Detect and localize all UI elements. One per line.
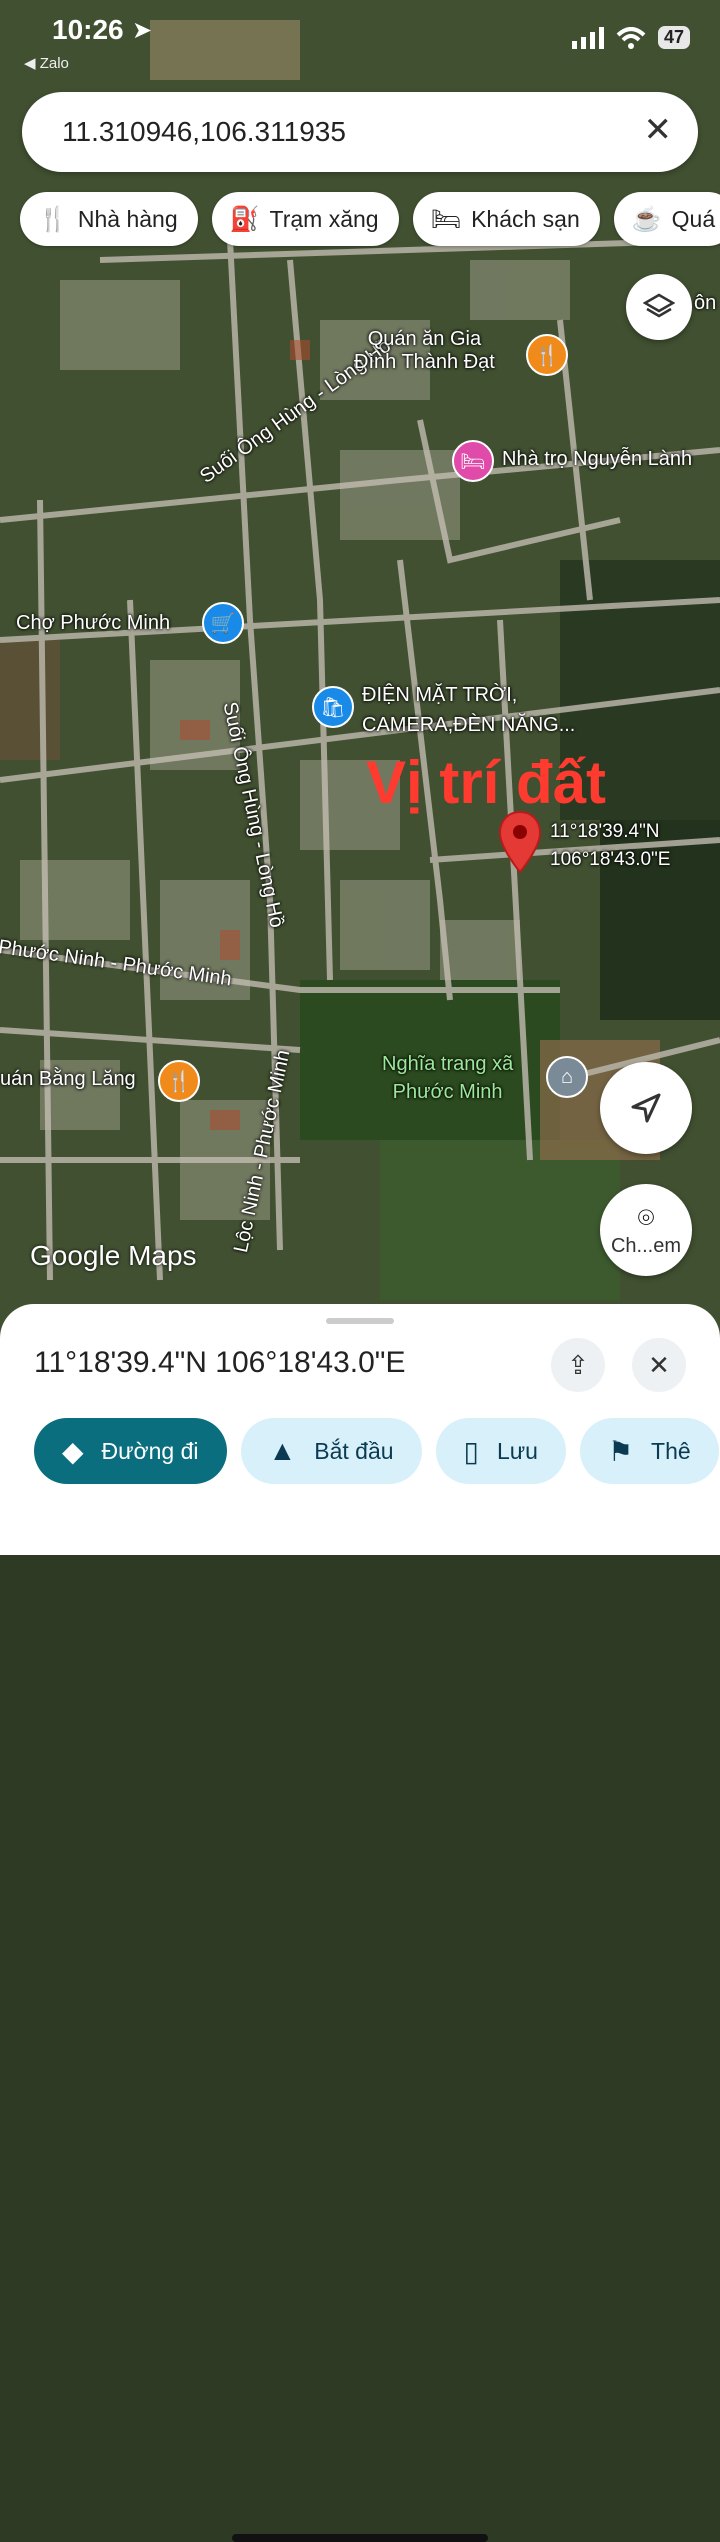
chip-label: Khách sạn xyxy=(471,205,580,232)
close-sheet-button[interactable]: ✕ xyxy=(632,1338,686,1392)
place-sheet: 11°18'39.4"N 106°18'43.0"E ⇪ ✕ ◆ Đường đi… xyxy=(0,1304,720,2542)
cafe-icon: ☕ xyxy=(631,205,662,233)
directions-button[interactable]: ◆ Đường đi xyxy=(34,1418,227,1484)
back-app-label: Zalo xyxy=(39,55,69,72)
gas-station-icon: ⛽ xyxy=(229,205,260,233)
signal-icon xyxy=(571,26,604,49)
poi-label-nghia-trang[interactable]: Nghĩa trang xã Phước Minh xyxy=(382,1050,513,1106)
layers-icon xyxy=(643,293,675,318)
location-pin-icon[interactable] xyxy=(498,810,542,874)
layers-button[interactable] xyxy=(626,274,692,340)
poi-label-dien-mat-troi[interactable]: ĐIỆN MẶT TRỜI, CAMERA,ĐÈN NĂNG... xyxy=(362,680,575,740)
home-indicator xyxy=(232,2534,488,2542)
shopping-cart-pin-icon[interactable]: 🛒 xyxy=(202,602,244,644)
chip-restaurants[interactable]: 🍴 Nhà hàng xyxy=(20,192,198,246)
camera-label: Ch...em xyxy=(610,1235,682,1257)
google-maps-watermark: Google Maps xyxy=(30,1240,197,1271)
chip-hotels[interactable]: 🛏 Khách sạn xyxy=(412,192,600,246)
category-chips: 🍴 Nhà hàng ⛽ Trạm xăng 🛏 Khách sạn ☕ Quá xyxy=(20,192,720,246)
add-label-button[interactable]: ⚑ Thê xyxy=(579,1418,719,1484)
poi-label-cho[interactable]: Chợ Phước Minh xyxy=(16,612,170,635)
share-icon: ⇪ xyxy=(567,1349,589,1380)
navigation-icon: ▲ xyxy=(268,1435,297,1466)
clear-search-icon[interactable]: ✕ xyxy=(644,110,673,150)
battery-indicator: 47 xyxy=(657,26,690,49)
camera-icon: ⌾ xyxy=(637,1202,655,1233)
action-label: Bắt đầu xyxy=(314,1437,394,1464)
poi-label-quan-an[interactable]: Quán ăn Gia Đình Thành Đạt xyxy=(354,328,495,374)
bed-icon: 🛏 xyxy=(430,205,462,233)
shop-bag-pin-icon[interactable]: 🛍 xyxy=(312,686,354,728)
chip-label: Nhà hàng xyxy=(77,205,178,232)
share-button[interactable]: ⇪ xyxy=(551,1338,605,1392)
navigation-arrow-icon xyxy=(631,1093,661,1123)
place-coordinates: 11°18'39.4"N 106°18'43.0"E xyxy=(34,1346,406,1379)
pin-coordinate-label: 11°18'39.4"N 106°18'43.0"E xyxy=(550,818,670,874)
cemetery-pin-icon[interactable]: ⌂ xyxy=(546,1056,588,1098)
hotel-pin-icon[interactable]: 🛏 xyxy=(452,440,494,482)
search-query[interactable]: 11.310946,106.311935 xyxy=(62,116,346,148)
poi-label-bang-lang[interactable]: uán Bằng Lăng xyxy=(0,1068,136,1091)
status-bar: 10:26 ➤ ◀ Zalo 47 xyxy=(0,0,720,72)
directions-icon: ◆ xyxy=(62,1435,84,1467)
bookmark-icon: ▯ xyxy=(463,1435,479,1467)
action-label: Lưu xyxy=(496,1437,538,1464)
start-button[interactable]: ▲ Bắt đầu xyxy=(240,1418,422,1484)
pin-longitude: 106°18'43.0"E xyxy=(550,849,671,870)
flag-icon: ⚑ xyxy=(607,1435,634,1467)
back-arrow-icon: ◀ xyxy=(24,55,40,72)
status-icons: 47 xyxy=(571,26,690,49)
chip-label: Trạm xăng xyxy=(269,205,379,232)
edge-label: ôn xyxy=(694,292,717,314)
my-location-button[interactable] xyxy=(600,1062,692,1154)
sheet-handle[interactable] xyxy=(326,1318,394,1324)
land-location-annotation: Vị trí đất xyxy=(366,749,607,816)
chip-gas-stations[interactable]: ⛽ Trạm xăng xyxy=(211,192,399,246)
action-label: Đường đi xyxy=(101,1437,199,1464)
back-to-app-link[interactable]: ◀ Zalo xyxy=(24,54,69,72)
restaurant-pin-icon[interactable]: 🍴 xyxy=(526,334,568,376)
location-arrow-icon: ➤ xyxy=(132,17,153,44)
camera-search-button[interactable]: ⌾ Ch...em xyxy=(600,1184,692,1276)
save-button[interactable]: ▯ Lưu xyxy=(435,1418,566,1484)
wifi-icon xyxy=(616,26,646,49)
action-buttons: ◆ Đường đi ▲ Bắt đầu ▯ Lưu ⚑ Thê xyxy=(34,1418,719,1484)
action-label: Thê xyxy=(651,1437,691,1464)
pin-latitude: 11°18'39.4"N xyxy=(550,821,660,842)
search-bar[interactable]: 11.310946,106.311935 ✕ xyxy=(22,92,698,172)
chip-label: Quá xyxy=(671,205,716,232)
restaurant-pin-icon[interactable]: 🍴 xyxy=(158,1060,200,1102)
clock: 10:26 xyxy=(52,14,124,45)
poi-label-nha-tro[interactable]: Nhà trọ Nguyễn Lành xyxy=(502,448,692,471)
close-icon: ✕ xyxy=(648,1349,670,1380)
chip-cafes[interactable]: ☕ Quá xyxy=(613,192,720,246)
restaurant-icon: 🍴 xyxy=(38,205,68,233)
